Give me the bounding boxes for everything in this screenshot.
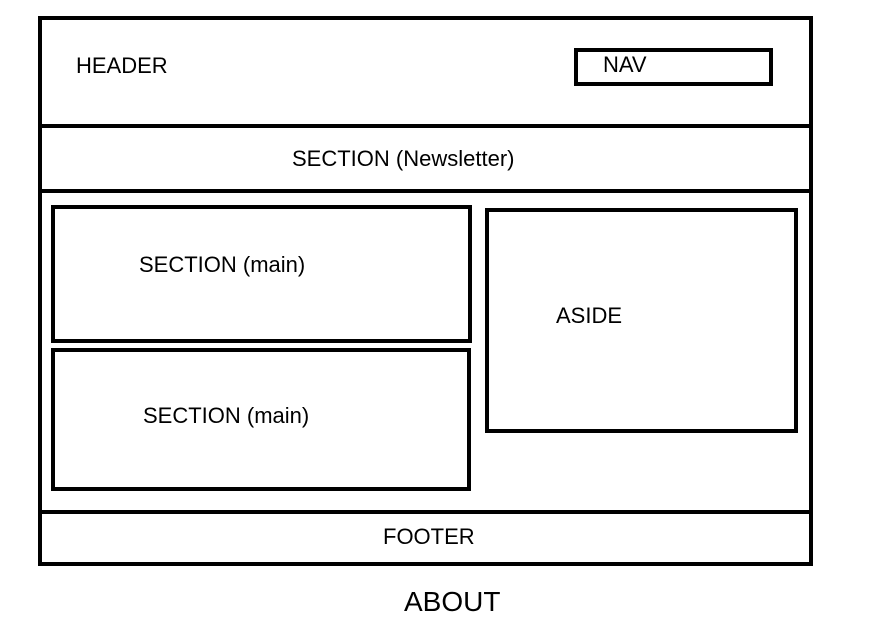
aside-label: ASIDE <box>556 303 623 328</box>
main-section-label-1: SECTION (main) <box>139 252 306 277</box>
header-label: HEADER <box>76 53 168 78</box>
aside-box <box>485 208 798 433</box>
diagram-caption: ABOUT <box>404 586 501 617</box>
footer-top-divider <box>38 510 813 514</box>
header-bottom-divider <box>38 124 813 128</box>
newsletter-bottom-divider <box>38 189 813 193</box>
main-section-label-2: SECTION (main) <box>143 403 310 428</box>
newsletter-section-label: SECTION (Newsletter) <box>292 146 515 171</box>
footer-label: FOOTER <box>383 524 475 549</box>
nav-label: NAV <box>603 52 647 77</box>
